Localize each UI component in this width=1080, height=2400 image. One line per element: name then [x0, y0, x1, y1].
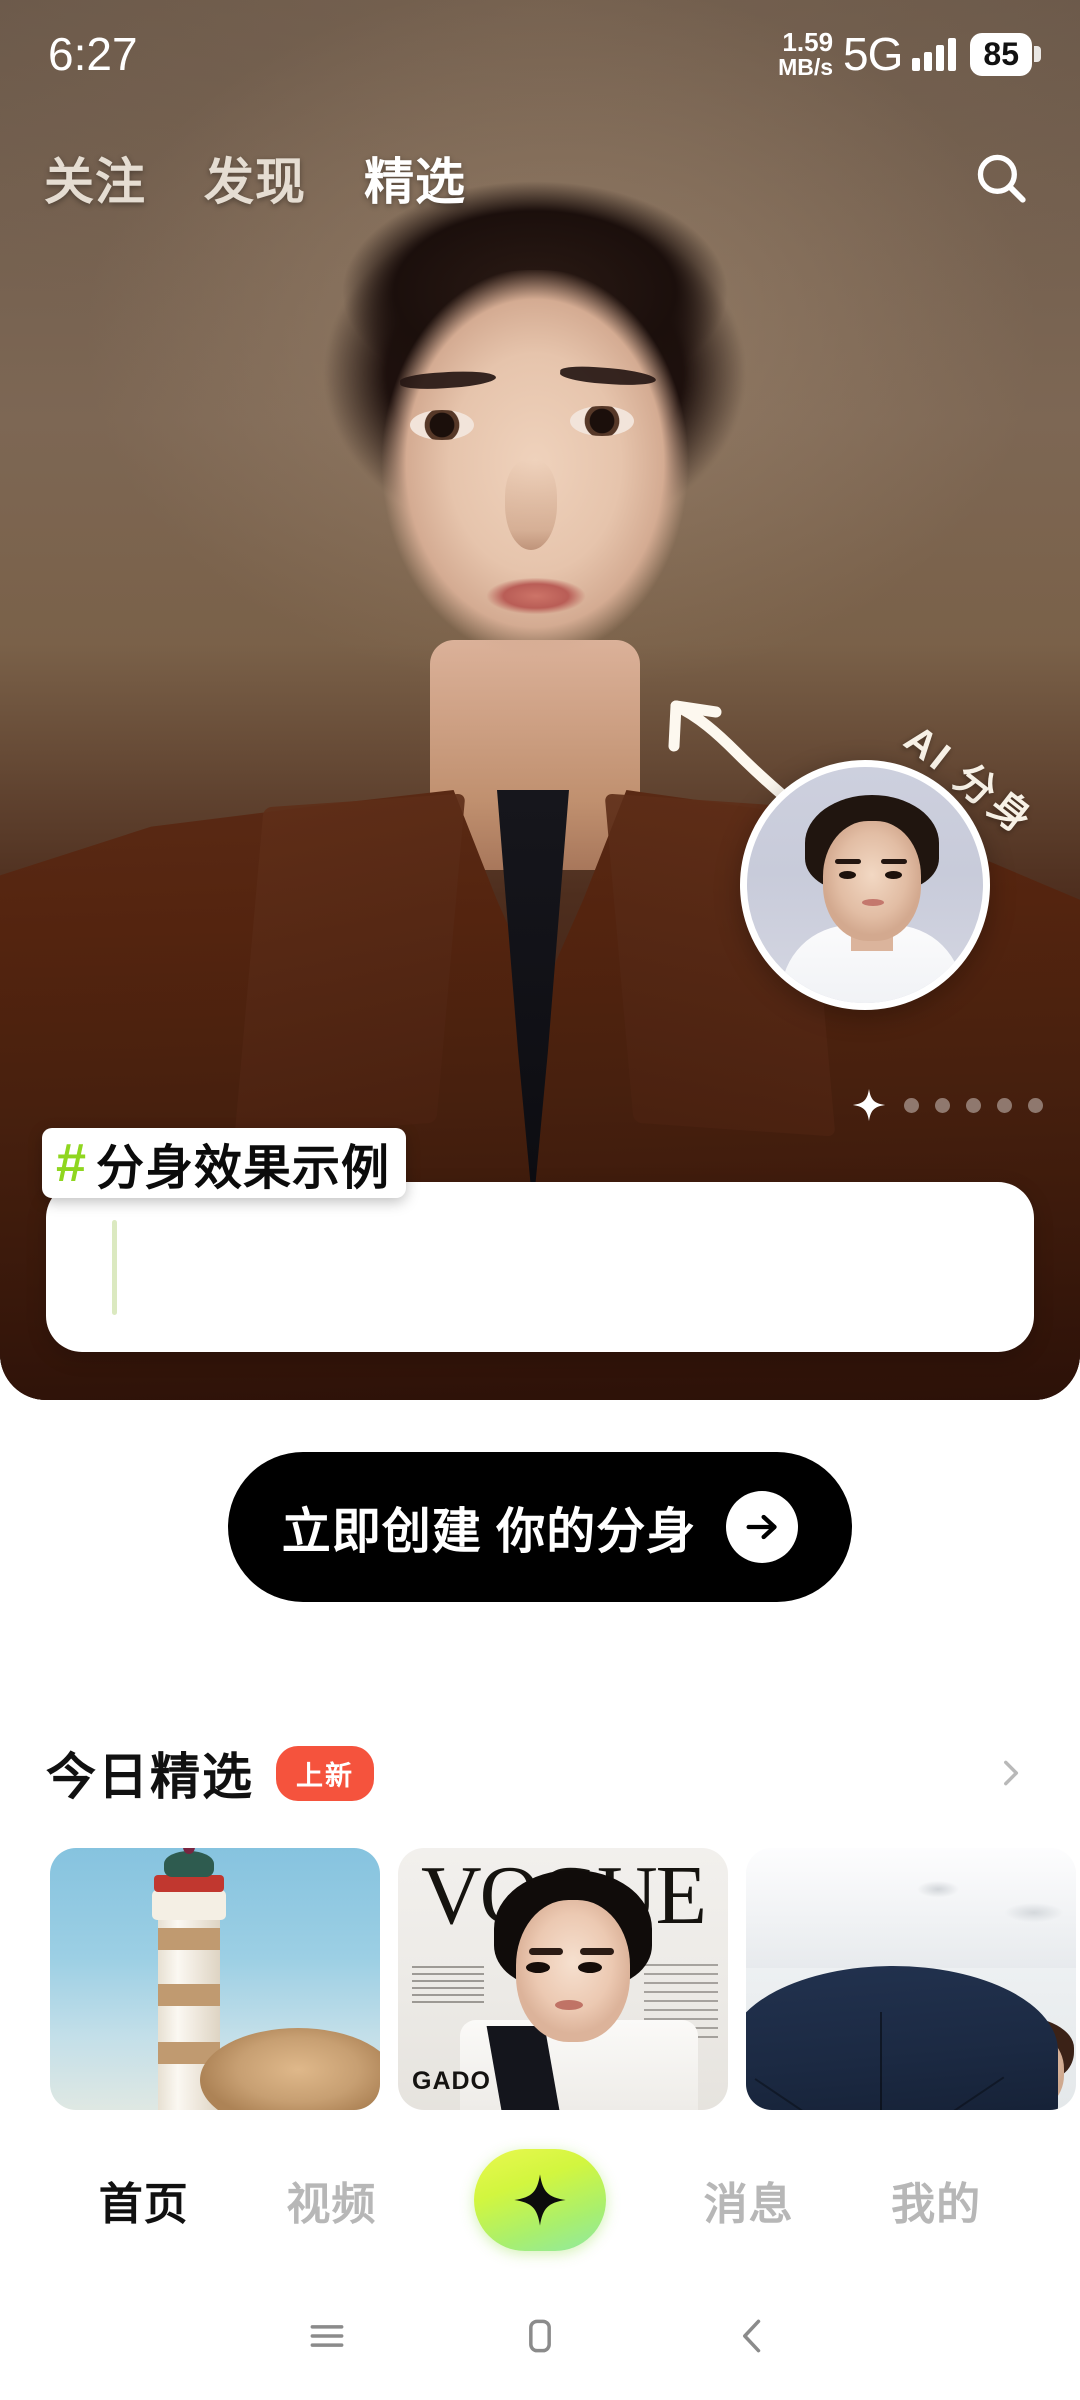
vogue-brand-text: GADO [412, 2067, 491, 2095]
vogue-brow-left [529, 1948, 563, 1955]
status-badge: 上新 [276, 1745, 374, 1801]
ai-avatar-eye-right [885, 871, 902, 879]
back-button[interactable] [731, 2314, 775, 2363]
bottom-navigation-bar: 首页 视频 消息 我的 [0, 2124, 1080, 2276]
ai-avatar-brow-left [835, 859, 861, 864]
ai-avatar-preview[interactable] [740, 760, 990, 1010]
vogue-eye-left [526, 1962, 550, 1973]
hashtag-label[interactable]: # 分身效果示例 [42, 1128, 407, 1198]
network-type: 5G [843, 28, 903, 80]
status-right-group: 1.59 MB/s 5G 85 [778, 27, 1041, 81]
umbrella-rib [878, 2076, 1005, 2110]
battery-icon: 85 [970, 32, 1041, 76]
network-speed-value: 1.59 [782, 27, 834, 58]
lighthouse-band [158, 1984, 220, 2006]
nav-item-profile[interactable]: 我的 [891, 2168, 981, 2232]
today-featured-header: 今日精选 上新 [0, 1728, 1080, 1818]
lighthouse-red-ring [154, 1875, 224, 1892]
prompt-input-card[interactable] [46, 1182, 1034, 1352]
hero-eye-left [410, 410, 474, 440]
section-title: 今日精选 [46, 1749, 254, 1805]
sparkle-star-icon [852, 1088, 886, 1122]
lighthouse-band [158, 1928, 220, 1950]
recents-menu-icon [310, 2324, 344, 2347]
tab-follow-label: 关注 [44, 154, 146, 210]
umbrella-rib [754, 2078, 880, 2110]
chevron-right-icon [1004, 1760, 1019, 1786]
create-avatar-button[interactable]: 立即创建 你的分身 [228, 1452, 852, 1602]
status-clock: 6:27 [48, 28, 138, 80]
tab-discover-label: 发现 [204, 154, 306, 210]
ai-avatar-face [823, 821, 921, 941]
phone-screen: AI 分身 # 分身效果示例 6:27 1.59 MB/s 5G 85 关注 发… [0, 0, 1080, 2400]
ai-avatar-eye-left [839, 871, 856, 879]
featured-card-list[interactable]: VOGUE GADO [0, 1848, 1080, 2110]
nav-create-button[interactable] [473, 2149, 606, 2251]
hero-nose [505, 460, 557, 550]
ai-avatar-group[interactable]: AI 分身 [668, 700, 1042, 1010]
hero-eye-right [570, 406, 634, 436]
vogue-eye-right [578, 1962, 602, 1973]
carousel-dot[interactable] [997, 1097, 1012, 1113]
nav-item-video[interactable]: 视频 [286, 2168, 376, 2232]
carousel-dot[interactable] [904, 1097, 919, 1113]
network-speed-unit: MB/s [778, 53, 834, 80]
home-square-icon [529, 2319, 551, 2352]
navy-umbrella [746, 1966, 1058, 2110]
tab-discover[interactable]: 发现 [204, 142, 306, 214]
lighthouse-gallery [152, 1890, 226, 1920]
ai-avatar-lips [862, 899, 884, 906]
carousel-dot[interactable] [935, 1097, 950, 1113]
hero-lips [482, 578, 590, 618]
carousel-dot[interactable] [1028, 1097, 1043, 1113]
nav-item-messages[interactable]: 消息 [704, 2168, 794, 2232]
section-more-button[interactable] [986, 1749, 1034, 1797]
umbrella-rib [880, 2012, 882, 2110]
vogue-brow-right [580, 1948, 614, 1955]
snow-texture [866, 1858, 1076, 1936]
lighthouse-card[interactable] [50, 1848, 380, 2110]
ai-avatar-brow-right [881, 859, 907, 864]
vogue-card[interactable]: VOGUE GADO [398, 1848, 728, 2110]
umbrella-card[interactable] [746, 1848, 1076, 2110]
hero-lapel-left [234, 793, 466, 1137]
nav-item-home[interactable]: 首页 [99, 2168, 189, 2232]
android-system-nav [0, 2276, 1080, 2400]
vogue-lips [555, 2000, 583, 2010]
lighthouse-cap [164, 1851, 214, 1877]
cta-arrow-circle [726, 1491, 799, 1563]
vogue-text-lines-left [412, 1966, 484, 2008]
signal-bars-icon [912, 37, 957, 71]
straw-hat-brim [200, 2028, 380, 2110]
search-icon [977, 154, 1026, 203]
home-button[interactable] [518, 2314, 562, 2363]
hashtag-text: 分身效果示例 [96, 1142, 391, 1195]
tab-featured[interactable]: 精选 [360, 142, 470, 218]
carousel-dot[interactable] [966, 1097, 981, 1113]
arrow-right-icon [746, 1514, 777, 1540]
sparkle-star-icon [514, 2174, 566, 2226]
recents-button[interactable] [305, 2314, 349, 2363]
tab-follow[interactable]: 关注 [44, 142, 146, 214]
status-bar: 6:27 1.59 MB/s 5G 85 [0, 0, 1080, 108]
network-speed: 1.59 MB/s [778, 29, 833, 79]
search-button[interactable] [966, 143, 1036, 213]
text-cursor [112, 1220, 117, 1315]
back-chevron-icon [743, 2319, 761, 2352]
hash-symbol: # [56, 1133, 87, 1193]
tab-featured-label: 精选 [364, 154, 466, 210]
create-avatar-label: 立即创建 你的分身 [281, 1504, 697, 1559]
carousel-indicator[interactable] [852, 1088, 1043, 1122]
top-tab-bar: 关注 发现 精选 [0, 128, 1080, 228]
